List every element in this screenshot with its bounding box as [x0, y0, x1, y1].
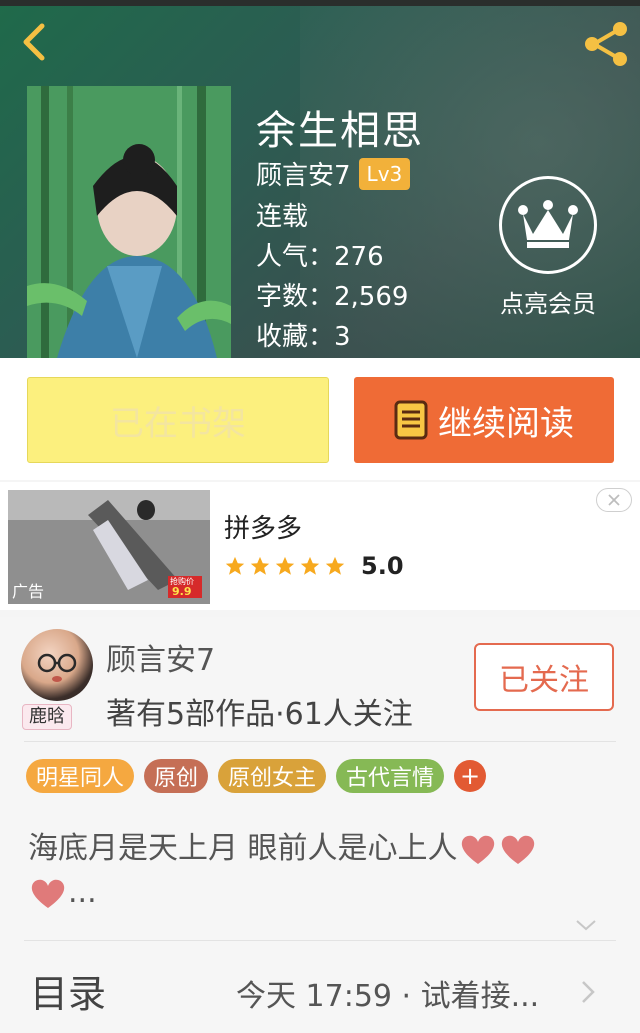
- star-icon: [225, 556, 245, 575]
- book-icon: [394, 400, 428, 440]
- star-icon: [275, 556, 295, 575]
- book-description[interactable]: 海底月是天上月 眼前人是心上人...: [28, 827, 618, 915]
- status-bar: [0, 0, 640, 6]
- star-icon: [300, 556, 320, 575]
- ad-banner[interactable]: 抢购价 9.9 广告 拼多多 5.0: [0, 482, 640, 610]
- followed-button[interactable]: 已关注: [474, 643, 614, 711]
- crown-icon: [518, 200, 578, 248]
- status-text: 连载: [256, 202, 309, 232]
- table-of-contents-row[interactable]: 目录 今天 17:59 · 试着接...: [0, 941, 640, 1033]
- in-shelf-label: 已在书架: [110, 403, 246, 444]
- ad-image[interactable]: 抢购价 9.9 广告: [8, 490, 210, 604]
- share-button[interactable]: [580, 18, 632, 70]
- toc-label: 目录: [30, 972, 107, 1016]
- action-bar: 已在书架 继续阅读: [0, 358, 640, 480]
- expand-description-button[interactable]: [574, 917, 598, 931]
- level-badge: Lv3: [358, 157, 411, 190]
- close-icon: [608, 494, 620, 506]
- book-header: 余生相思 顾言安7 Lv3 连载 人气：276 字数：2,569 收藏：3 点亮…: [0, 0, 640, 358]
- ad-rating: 5.0: [361, 552, 404, 580]
- author-name[interactable]: 顾言安7: [256, 155, 351, 192]
- avatar-face: [37, 653, 77, 682]
- book-cover[interactable]: [27, 86, 231, 358]
- author-section: 鹿晗 顾言安7 著有5部作品·61人关注 已关注 明星同人 原创 原创女主 古代…: [0, 617, 640, 1033]
- avatar-tag: 鹿晗: [22, 704, 72, 730]
- vip-button[interactable]: 点亮会员: [488, 176, 608, 326]
- popularity-text: 人气：276: [256, 242, 384, 272]
- vip-circle: [499, 176, 597, 274]
- author-name-2[interactable]: 顾言安7: [106, 635, 215, 679]
- promo-price: 9.9: [172, 585, 192, 598]
- ad-stars: 5.0: [224, 552, 404, 580]
- cover-illustration: [27, 86, 231, 358]
- chevron-down-icon: [576, 920, 596, 931]
- ad-tag: 广告: [12, 582, 45, 601]
- back-button[interactable]: [16, 20, 56, 64]
- book-title: 余生相思: [256, 108, 424, 154]
- star-icon: [325, 556, 345, 575]
- latest-chapter: 今天 17:59 · 试着接...: [236, 979, 540, 1014]
- vip-label: 点亮会员: [500, 290, 596, 318]
- tag-item[interactable]: 原创女主: [218, 759, 327, 793]
- divider: [24, 741, 616, 742]
- heart-icon: [501, 835, 534, 864]
- tag-item[interactable]: 原创: [144, 759, 209, 793]
- heart-icon: [461, 835, 494, 864]
- tag-list: 明星同人 原创 原创女主 古代言情 +: [26, 759, 487, 793]
- avatar[interactable]: [21, 629, 93, 701]
- favorites-text: 收藏：3: [256, 322, 351, 352]
- share-icon: [585, 22, 627, 66]
- heart-icon: [31, 879, 65, 908]
- add-tag-button[interactable]: +: [454, 760, 487, 792]
- word-count-text: 字数：2,569: [256, 282, 409, 312]
- continue-reading-button[interactable]: 继续阅读: [354, 377, 614, 463]
- ad-close-button[interactable]: [596, 488, 632, 512]
- tag-item[interactable]: 古代言情: [336, 759, 445, 793]
- chevron-right-icon: [582, 981, 595, 1003]
- author-stats: 著有5部作品·61人关注: [106, 697, 413, 732]
- in-shelf-button[interactable]: 已在书架: [27, 377, 329, 463]
- description-ellipsis: ...: [68, 875, 97, 910]
- ad-title: 拼多多: [224, 514, 303, 544]
- continue-reading-label: 继续阅读: [438, 403, 574, 444]
- tag-item[interactable]: 明星同人: [26, 759, 135, 793]
- back-arrow-icon: [23, 23, 45, 61]
- description-text: 海底月是天上月 眼前人是心上人: [28, 831, 458, 866]
- star-icon: [250, 556, 270, 575]
- author-row: 顾言安7 Lv3: [256, 155, 411, 192]
